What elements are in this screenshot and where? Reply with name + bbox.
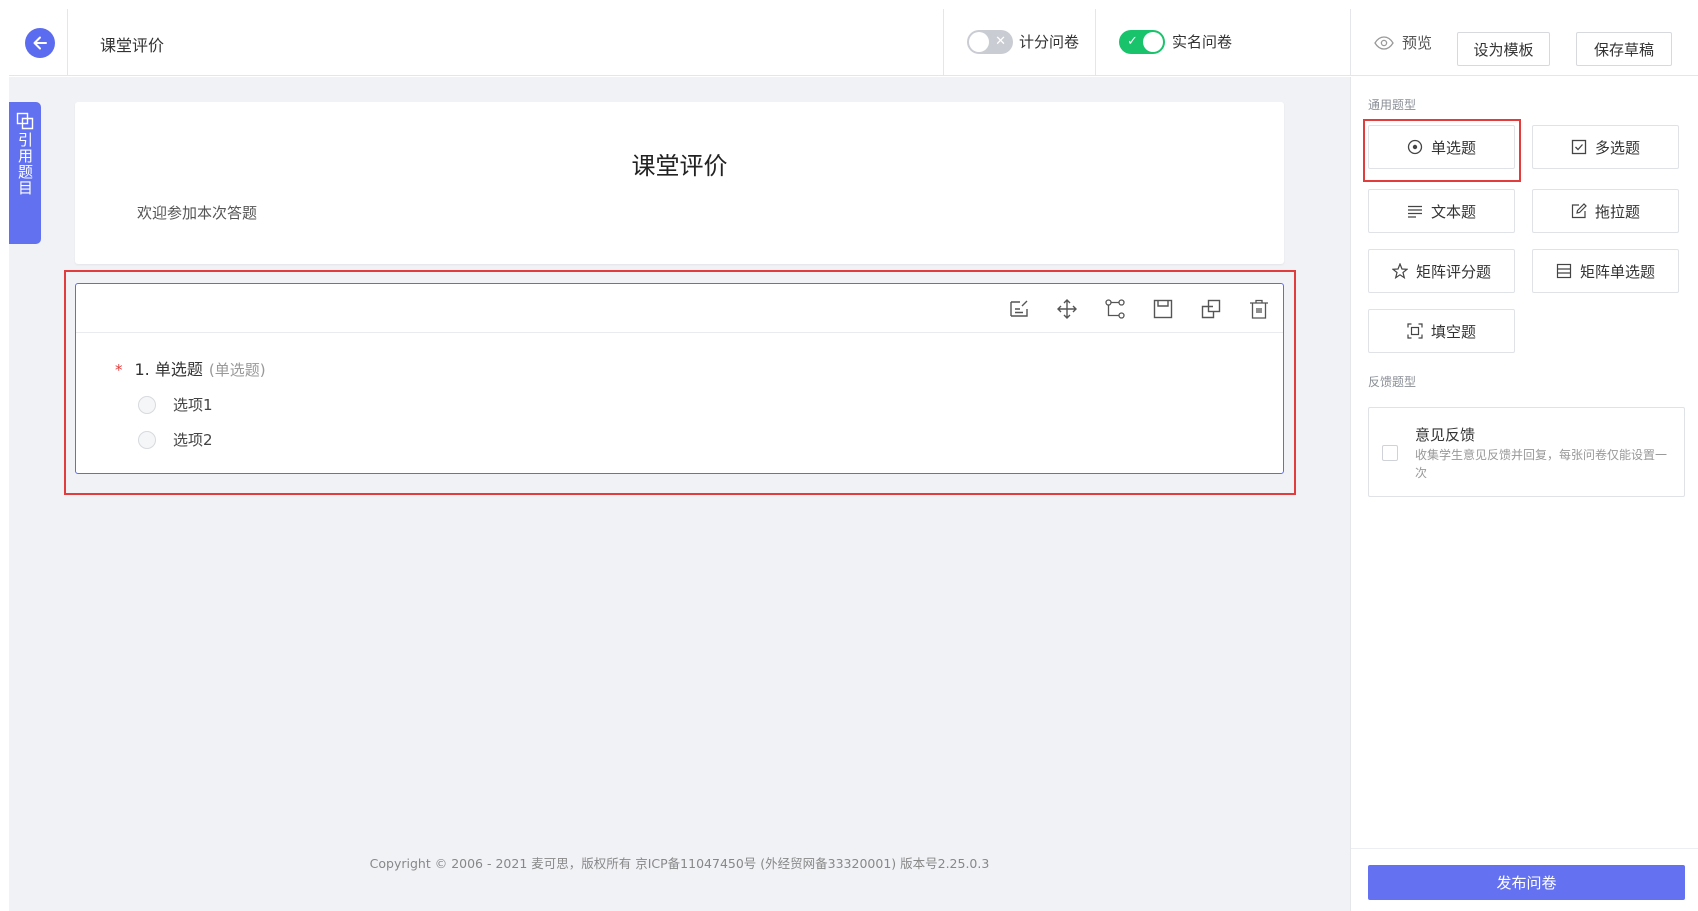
edit-box-icon <box>1571 203 1587 219</box>
divider <box>1351 848 1698 849</box>
divider <box>943 9 944 76</box>
type-text[interactable]: 文本题 <box>1368 189 1515 233</box>
type-label: 矩阵评分题 <box>1415 262 1491 281</box>
type-matrix-rating[interactable]: 矩阵评分题 <box>1368 249 1515 293</box>
toggle-check-icon: ✓ <box>1127 34 1138 49</box>
feedback-desc: 收集学生意见反馈并回复，每张问卷仅能设置一次 <box>1415 448 1668 480</box>
top-bar: 课堂评价 ✕ 计分问卷 ✓ 实名问卷 预览 设为模板 保存草稿 <box>9 9 1698 76</box>
question-type-hint: (单选题) <box>208 361 266 379</box>
radio-icon[interactable] <box>138 395 156 414</box>
back-button[interactable] <box>25 28 55 58</box>
move-icon[interactable] <box>1054 296 1080 322</box>
survey-welcome[interactable]: 欢迎参加本次答题 <box>137 202 257 223</box>
toggle-knob <box>1143 32 1163 52</box>
toggle-x-icon: ✕ <box>995 34 1006 49</box>
option-label: 选项1 <box>173 396 213 414</box>
copyright: Copyright © 2006 - 2021 麦可思，版权所有 京ICP备11… <box>369 856 990 871</box>
fill-blank-icon <box>1407 323 1423 339</box>
edit-icon[interactable] <box>1006 296 1032 322</box>
type-label: 多选题 <box>1594 138 1640 157</box>
general-types-label: 通用题型 <box>1368 98 1417 112</box>
question-toolbar <box>76 284 1283 333</box>
feedback-checkbox[interactable] <box>1382 445 1398 461</box>
divider <box>67 9 68 76</box>
publish-button[interactable]: 发布问卷 <box>1368 865 1685 900</box>
preview-button[interactable]: 预览 <box>1374 32 1432 53</box>
option-1[interactable]: 选项1 <box>138 394 213 415</box>
score-toggle-label: 计分问卷 <box>1019 33 1080 51</box>
eye-icon <box>1374 35 1394 50</box>
option-2[interactable]: 选项2 <box>138 429 213 450</box>
save-icon[interactable] <box>1150 296 1176 322</box>
option-label: 选项2 <box>173 431 213 449</box>
feedback-title: 意见反馈 <box>1415 426 1476 444</box>
copy-stack-icon <box>16 112 34 130</box>
star-icon <box>1391 263 1408 279</box>
type-label: 矩阵单选题 <box>1579 262 1655 281</box>
question-title[interactable]: * 1. 单选题 (单选题) <box>115 356 266 380</box>
required-mark: * <box>115 361 123 379</box>
highlight-frame <box>1363 119 1521 182</box>
type-drag[interactable]: 拖拉题 <box>1532 189 1679 233</box>
preview-label: 预览 <box>1402 34 1433 52</box>
realname-toggle-label: 实名问卷 <box>1172 33 1233 51</box>
type-label: 文本题 <box>1430 202 1476 221</box>
text-lines-icon <box>1407 205 1422 218</box>
toggle-knob <box>969 32 989 52</box>
copy-icon[interactable] <box>1198 296 1224 322</box>
type-label: 填空题 <box>1430 322 1476 341</box>
score-toggle[interactable]: ✕ <box>967 30 1013 54</box>
radio-icon[interactable] <box>138 430 156 449</box>
type-label: 拖拉题 <box>1594 202 1640 221</box>
divider <box>1095 9 1096 76</box>
type-multiple-choice[interactable]: 多选题 <box>1532 125 1679 169</box>
feedback-type-card[interactable]: 意见反馈 收集学生意见反馈并回复，每张问卷仅能设置一次 <box>1368 407 1685 497</box>
page-name: 课堂评价 <box>100 36 165 55</box>
reference-questions-tab[interactable]: 引用题目 <box>9 102 41 244</box>
logic-icon[interactable] <box>1102 296 1128 322</box>
question-card[interactable]: * 1. 单选题 (单选题) 选项1 选项2 <box>75 283 1284 474</box>
checkbox-icon <box>1571 139 1587 155</box>
survey-title[interactable]: 课堂评价 <box>75 146 1284 181</box>
arrow-left-icon <box>33 36 47 50</box>
question-title-text: 1. 单选题 <box>134 360 203 379</box>
survey-header-card[interactable]: 课堂评价 欢迎参加本次答题 <box>75 102 1284 264</box>
feedback-types-label: 反馈题型 <box>1368 375 1417 389</box>
divider <box>1350 9 1351 76</box>
realname-toggle[interactable]: ✓ <box>1119 30 1165 54</box>
save-draft-button[interactable]: 保存草稿 <box>1576 32 1672 66</box>
type-fill-blank[interactable]: 填空题 <box>1368 309 1515 353</box>
set-template-button[interactable]: 设为模板 <box>1457 32 1550 66</box>
type-matrix-single[interactable]: 矩阵单选题 <box>1532 249 1679 293</box>
reference-tab-label: 引用题目 <box>16 132 34 196</box>
delete-icon[interactable] <box>1246 296 1272 322</box>
matrix-icon <box>1556 263 1572 279</box>
